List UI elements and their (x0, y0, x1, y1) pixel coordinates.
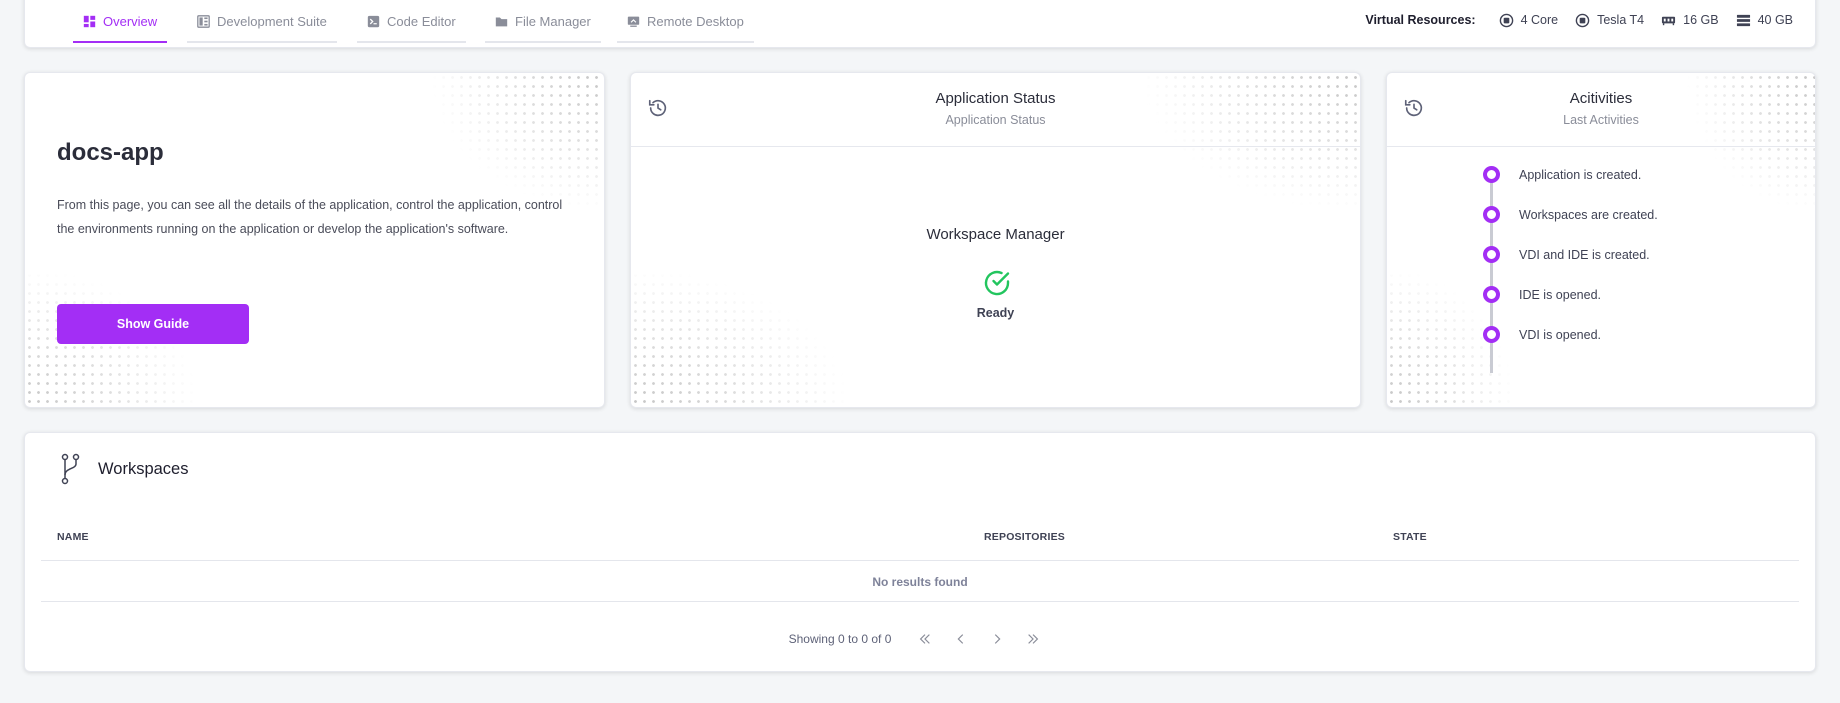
tab-label: File Manager (515, 13, 591, 29)
tab-label: Code Editor (387, 13, 456, 29)
show-guide-button[interactable]: Show Guide (57, 304, 249, 344)
timeline-item-text: VDI and IDE is created. (1519, 247, 1650, 262)
timeline-dot (1483, 166, 1500, 183)
tab-development-suite[interactable]: Development Suite (187, 1, 337, 43)
virtual-resources-title: Virtual Resources: (1365, 13, 1476, 27)
gpu-value: Tesla T4 (1597, 13, 1645, 27)
pagination-info: Showing 0 to 0 of 0 (788, 632, 892, 646)
terminal-icon (367, 15, 380, 27)
desktop-icon (627, 16, 640, 27)
check-circle-icon (984, 270, 1010, 296)
application-name: docs-app (57, 139, 164, 166)
workspaces-card: Workspaces NAME REPOSITORIES STATE No re… (24, 432, 1816, 672)
memory-resource: 16 GB (1661, 13, 1719, 28)
tab-remote-desktop[interactable]: Remote Desktop (617, 1, 754, 43)
memory-value: 16 GB (1683, 13, 1719, 27)
tab-file-manager[interactable]: File Manager (485, 1, 601, 43)
tab-label: Development Suite (217, 13, 327, 29)
cpu-resource: 4 Core (1499, 13, 1559, 28)
timeline-item-text: VDI is opened. (1519, 327, 1601, 342)
timeline-item: Application is created. (1483, 166, 1641, 183)
timeline-item: VDI is opened. (1483, 326, 1601, 343)
gpu-resource: Tesla T4 (1575, 13, 1644, 28)
virtual-resources: Virtual Resources: 4 Core Tesla T4 16 GB… (1365, 1, 1793, 39)
chevrons-right-icon (1028, 634, 1039, 644)
tab-code-editor[interactable]: Code Editor (357, 1, 466, 43)
column-header-repositories[interactable]: REPOSITORIES (984, 531, 1065, 543)
dashboard-icon (83, 15, 96, 27)
timeline-item: Workspaces are created. (1483, 206, 1658, 223)
workspaces-title: Workspaces (98, 460, 189, 478)
timeline-dot (1483, 286, 1500, 303)
suite-icon (197, 14, 210, 28)
table-divider (41, 601, 1799, 602)
cpu-icon (1499, 13, 1513, 27)
cpu-value: 4 Core (1520, 13, 1559, 27)
chevrons-left-icon (920, 634, 931, 644)
timeline-item: VDI and IDE is created. (1483, 246, 1650, 263)
first-page-button[interactable] (907, 628, 943, 650)
column-header-name[interactable]: NAME (57, 531, 89, 543)
storage-value: 40 GB (1757, 13, 1793, 27)
card-header: Acitivities Last Activities (1387, 73, 1815, 147)
timeline-item-text: Workspaces are created. (1519, 207, 1658, 222)
card-header: Application Status Application Status (631, 73, 1360, 147)
storage-icon (1736, 14, 1750, 26)
chevron-left-icon (957, 634, 964, 644)
application-description: From this page, you can see all the deta… (57, 198, 563, 236)
last-page-button[interactable] (1015, 628, 1051, 650)
folder-icon (495, 16, 508, 26)
card-subtitle: Last Activities (1563, 113, 1639, 127)
pagination: Showing 0 to 0 of 0 (25, 628, 1815, 650)
empty-state-text: No results found (872, 575, 968, 589)
storage-resource: 40 GB (1736, 13, 1793, 28)
timeline-line (1490, 173, 1493, 373)
card-title: Acitivities (1569, 90, 1633, 107)
previous-page-button[interactable] (943, 628, 979, 650)
tab-overview[interactable]: Overview (73, 1, 168, 43)
timeline-dot (1483, 326, 1500, 343)
timeline-dot (1483, 206, 1500, 223)
status-state: Ready (976, 306, 1015, 320)
table-divider (41, 560, 1799, 561)
card-title: Application Status (935, 90, 1056, 107)
application-status-card: Application Status Application Status Wo… (630, 72, 1361, 408)
timeline-item: IDE is opened. (1483, 286, 1601, 303)
timeline-item-text: IDE is opened. (1519, 287, 1601, 302)
card-subtitle: Application Status (945, 113, 1046, 127)
tab-label: Remote Desktop (647, 13, 744, 29)
activities-card: Acitivities Last Activities Application … (1386, 72, 1816, 408)
timeline-dot (1483, 246, 1500, 263)
tab-label: Overview (103, 13, 158, 29)
git-branch-icon (61, 453, 80, 485)
workspace-manager-label: Workspace Manager (926, 226, 1065, 243)
timeline-item-text: Application is created. (1519, 167, 1642, 182)
memory-icon (1662, 16, 1676, 25)
top-navigation: Overview Development Suite Code Editor F… (24, 0, 1816, 48)
next-page-button[interactable] (979, 628, 1015, 650)
chevron-right-icon (995, 634, 1001, 644)
gpu-icon (1575, 13, 1590, 27)
application-card: docs-app From this page, you can see all… (24, 72, 605, 408)
column-header-state[interactable]: STATE (1393, 531, 1427, 543)
